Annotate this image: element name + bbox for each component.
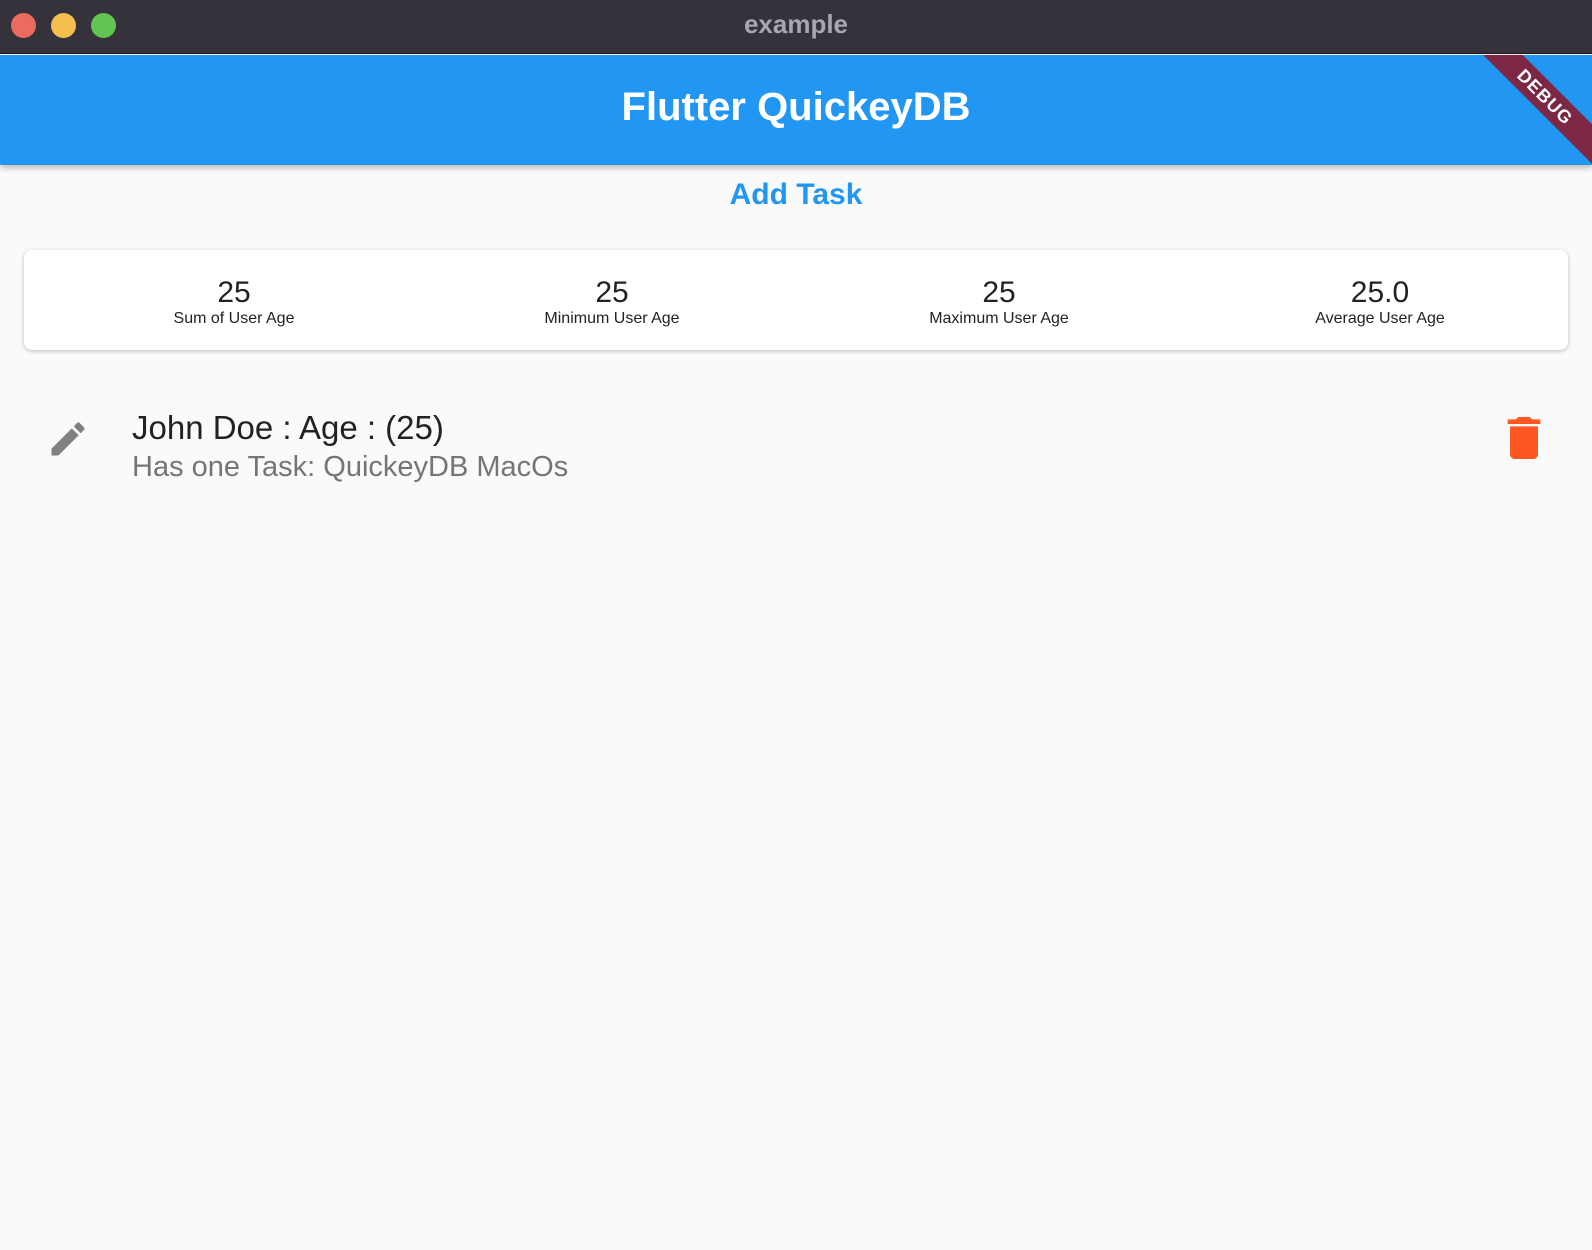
app-bar: Flutter QuickeyDB DEBUG <box>0 55 1592 165</box>
stat-sum: 25 Sum of User Age <box>84 276 384 328</box>
stat-value: 25 <box>217 276 251 309</box>
stat-minimum: 25 Minimum User Age <box>462 276 762 328</box>
user-list-item[interactable]: John Doe : Age : (25) Has one Task: Quic… <box>0 395 1592 495</box>
app-title: Flutter QuickeyDB <box>621 85 971 129</box>
stat-value: 25 <box>595 276 629 309</box>
add-task-button[interactable]: Add Task <box>0 178 1592 212</box>
stats-card: 25 Sum of User Age 25 Minimum User Age 2… <box>24 250 1568 350</box>
edit-icon[interactable] <box>46 417 90 461</box>
stat-label: Maximum User Age <box>929 310 1069 327</box>
window-title: example <box>743 9 849 39</box>
stat-maximum: 25 Maximum User Age <box>849 276 1149 328</box>
stat-label: Average User Age <box>1315 310 1445 327</box>
stat-label: Sum of User Age <box>173 310 295 327</box>
window-titlebar: example <box>0 0 1592 54</box>
stat-value: 25.0 <box>1350 276 1410 309</box>
stat-label: Minimum User Age <box>544 310 680 327</box>
stat-average: 25.0 Average User Age <box>1230 276 1530 328</box>
stat-value: 25 <box>982 276 1016 309</box>
user-title: John Doe : Age : (25) <box>132 409 444 446</box>
user-task-subtitle: Has one Task: QuickeyDB MacOs <box>132 451 569 483</box>
delete-icon[interactable] <box>1506 417 1542 459</box>
